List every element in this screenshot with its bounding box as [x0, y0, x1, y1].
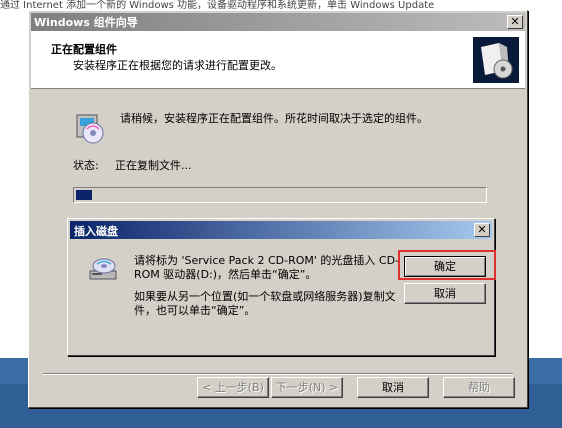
wizard-titlebar[interactable]: Windows 组件向导 ✕: [31, 13, 525, 31]
progress-bar: [73, 187, 487, 203]
help-button[interactable]: 帮助: [443, 377, 515, 398]
dialog-message: 请将标为 'Service Pack 2 CD-ROM' 的光盘插入 CD-RO…: [134, 254, 400, 326]
dialog-line1: 请将标为 'Service Pack 2 CD-ROM' 的光盘插入 CD-RO…: [134, 254, 400, 281]
header-subtitle: 安装程序正在根据您的请求进行配置更改。: [73, 59, 282, 72]
cd-drive-icon: [88, 253, 120, 285]
wizard-close-button[interactable]: ✕: [507, 15, 523, 29]
dialog-line2: 如果要从另一个位置(如一个软盘或网络服务器)复制文件，也可以单击“确定”。: [134, 290, 396, 317]
insert-disk-dialog: 插入磁盘 ✕ 请将标为 'Service Pack 2 CD-ROM' 的光盘插…: [67, 218, 496, 356]
wizard-cancel-button[interactable]: 取消: [357, 377, 429, 398]
progress-fill: [76, 190, 92, 200]
wizard-title: Windows 组件向导: [34, 16, 138, 29]
wizard-message: 请稍候，安装程序正在配置组件。所花时间取决于选定的组件。: [120, 112, 428, 125]
dialog-titlebar[interactable]: 插入磁盘 ✕: [70, 221, 492, 239]
back-button[interactable]: < 上一步(B): [197, 377, 269, 398]
status-value: 正在复制文件...: [115, 159, 192, 172]
dialog-close-button[interactable]: ✕: [474, 223, 490, 237]
dialog-title: 插入磁盘: [74, 225, 118, 238]
box-cd-icon: [473, 37, 519, 83]
next-button[interactable]: 下一步(N) >: [271, 377, 343, 398]
dialog-cancel-button[interactable]: 取消: [404, 283, 486, 304]
footer-separator: [43, 373, 513, 375]
wizard-header: 正在配置组件 安装程序正在根据您的请求进行配置更改。: [31, 31, 525, 89]
computer-cd-icon: [73, 111, 107, 145]
header-title: 正在配置组件: [51, 43, 117, 56]
ok-button-highlight: [398, 250, 496, 280]
status-label: 状态:: [73, 159, 99, 172]
background-page-right: [522, 0, 562, 358]
